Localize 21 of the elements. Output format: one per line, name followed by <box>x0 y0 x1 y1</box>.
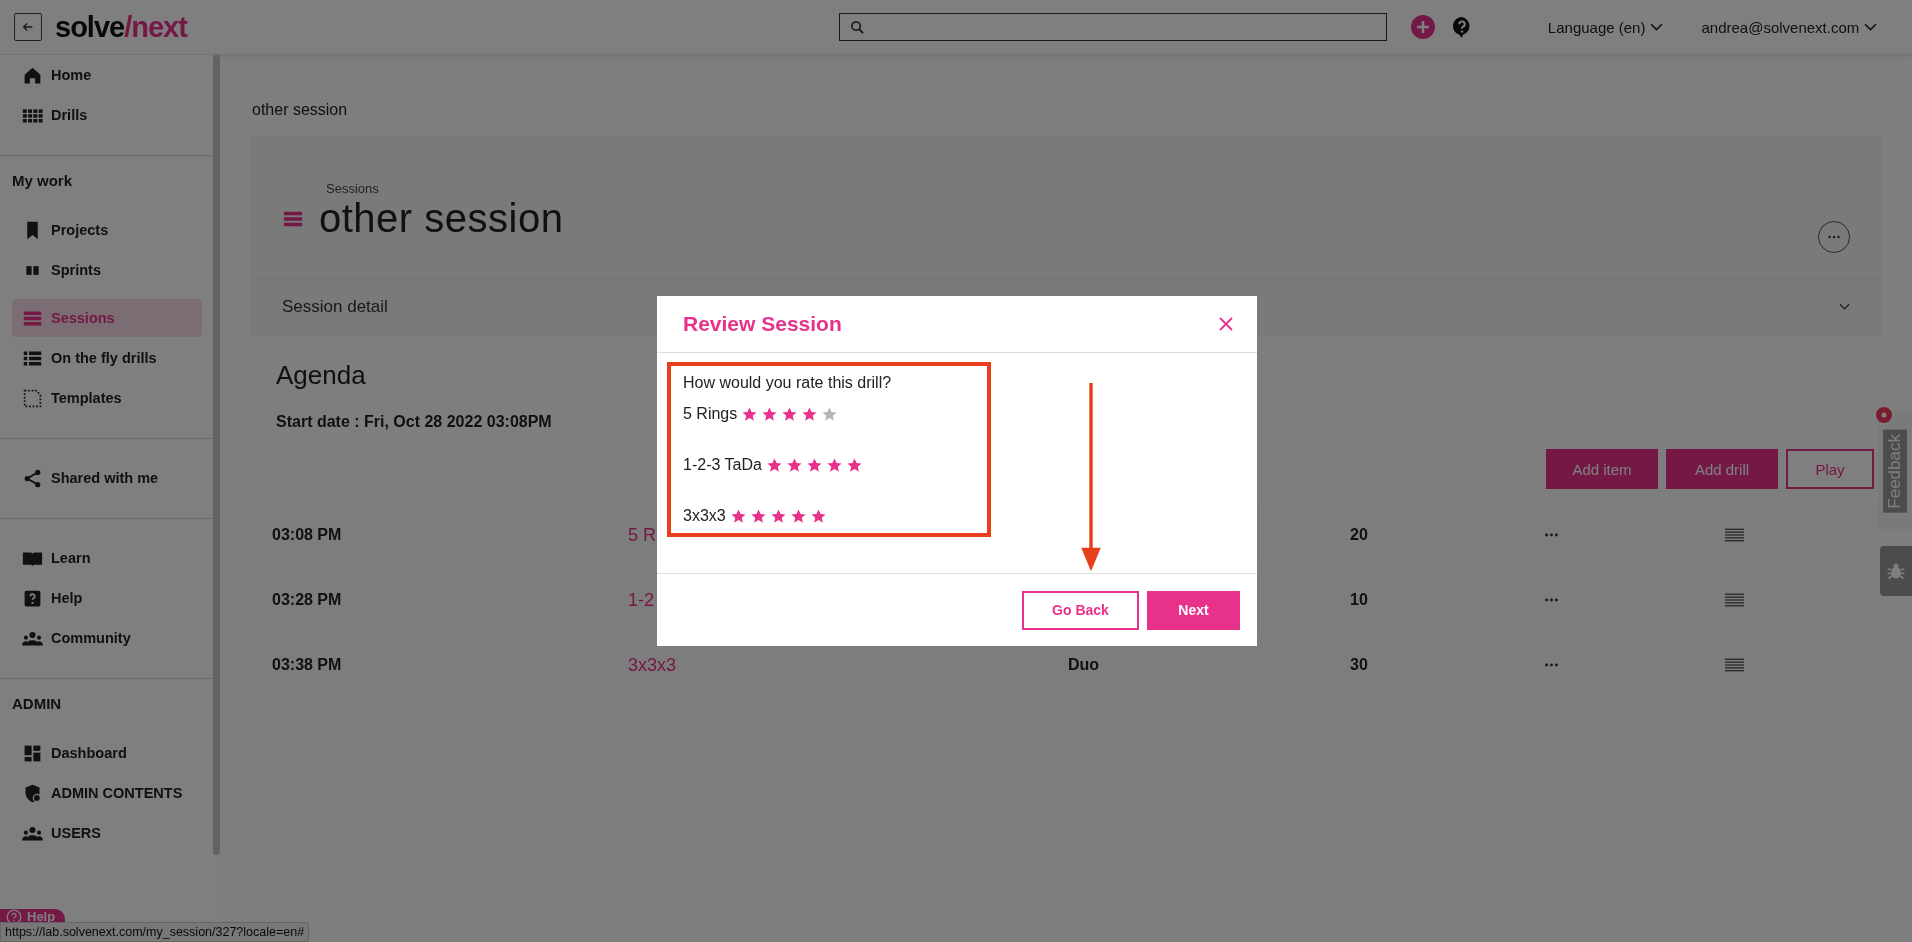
drill-name: 1-2-3 TaDa <box>683 456 762 474</box>
section-heading: ADMIN <box>11 694 63 714</box>
duration-cell-text: 20 <box>1350 526 1369 544</box>
page-title: other session <box>319 196 564 241</box>
rating-question: How would you rate this drill? <box>683 374 893 392</box>
duration-cell-text: 10 <box>1350 591 1369 609</box>
duration-cell-text: 30 <box>1350 656 1369 674</box>
time-cell-text: 03:38 PM <box>271 656 343 674</box>
section-label: Sessions <box>326 181 380 196</box>
section-heading: My work <box>11 171 73 191</box>
drill-name: 5 Rings <box>683 405 738 423</box>
time-cell-text: 03:28 PM <box>271 591 343 609</box>
breadcrumb: other session <box>252 101 349 119</box>
dialog-title: Review Session <box>683 312 842 336</box>
start-date: Start date : Fri, Oct 28 2022 03:08PM <box>276 413 552 431</box>
drill-name: 3x3x3 <box>683 507 726 525</box>
status-url: https://lab.solvenext.com/my_session/327?locale=en# <box>0 922 310 942</box>
type-cell: Duo <box>1068 656 1100 673</box>
agenda-heading: Agenda <box>276 360 366 391</box>
panel-label: Session detail <box>282 296 388 317</box>
time-cell-text: 03:08 PM <box>271 526 343 544</box>
